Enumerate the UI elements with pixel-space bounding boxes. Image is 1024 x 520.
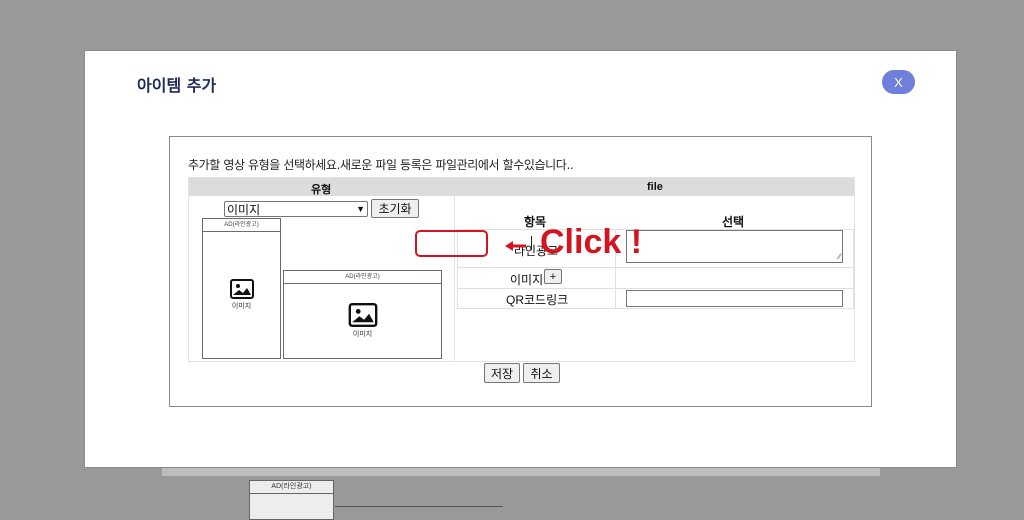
row-label-qr-link: QR코드링크 <box>506 293 569 307</box>
line-ad-textarea[interactable]: ∕∕ <box>626 230 843 263</box>
background-divider <box>335 506 503 507</box>
type-select-value: 이미지 <box>227 202 261 217</box>
save-button[interactable]: 저장 <box>484 363 520 383</box>
add-image-button[interactable]: + <box>544 269 562 284</box>
chevron-down-icon: ▼ <box>356 204 365 214</box>
preview-vertical-label: AD(라인광고) <box>203 219 280 232</box>
preview-horizontal: AD(라인광고) 이미지 <box>283 270 442 359</box>
table-row: QR코드링크 <box>458 288 853 309</box>
preview-vertical-caption: 이미지 <box>231 303 252 310</box>
reset-button[interactable]: 초기화 <box>371 199 419 218</box>
add-item-modal: 아이템 추가 X 추가할 영상 유형을 선택하세요.새로운 파일 등록은 파일관… <box>85 51 956 467</box>
item-form-panel: 추가할 영상 유형을 선택하세요.새로운 파일 등록은 파일관리에서 할수있습니… <box>169 136 872 407</box>
type-select[interactable]: 이미지 ▼ <box>224 201 368 217</box>
text-cursor <box>531 236 532 250</box>
table-row: 이미지 + <box>458 267 853 289</box>
preview-horizontal-body: 이미지 <box>284 284 441 358</box>
header-type: 유형 <box>311 184 332 196</box>
modal-title: 아이템 추가 <box>137 76 217 95</box>
column-divider <box>454 196 455 361</box>
image-icon <box>348 303 377 327</box>
qr-link-input[interactable] <box>626 290 843 307</box>
header-file: file <box>647 181 663 193</box>
preview-vertical: AD(라인광고) 이미지 <box>202 218 281 359</box>
preview-horizontal-caption: 이미지 <box>352 331 373 338</box>
instruction-text: 추가할 영상 유형을 선택하세요.새로운 파일 등록은 파일관리에서 할수있습니… <box>188 158 574 172</box>
background-thumbnail: AD(라인광고) <box>249 480 334 520</box>
preview-horizontal-label: AD(라인광고) <box>284 271 441 284</box>
cancel-button[interactable]: 취소 <box>523 363 560 383</box>
item-form-grid: 유형 file 이미지 ▼ 초기화 AD(라인광고) 이미지 AD(라인광고) … <box>188 177 855 362</box>
highlight-box <box>415 230 488 257</box>
resize-grip-icon: ∕∕ <box>838 252 841 261</box>
click-annotation: Click ! <box>540 223 643 261</box>
file-table-header-select: 선택 <box>722 215 745 229</box>
close-button[interactable]: X <box>882 70 915 94</box>
grid-header: 유형 file <box>189 178 854 196</box>
preview-vertical-body: 이미지 <box>203 232 280 358</box>
row-label-image: 이미지 <box>510 273 544 287</box>
image-icon <box>229 279 254 299</box>
arrow-left-icon <box>505 241 526 251</box>
background-thumbnail-label: AD(라인광고) <box>250 481 333 494</box>
